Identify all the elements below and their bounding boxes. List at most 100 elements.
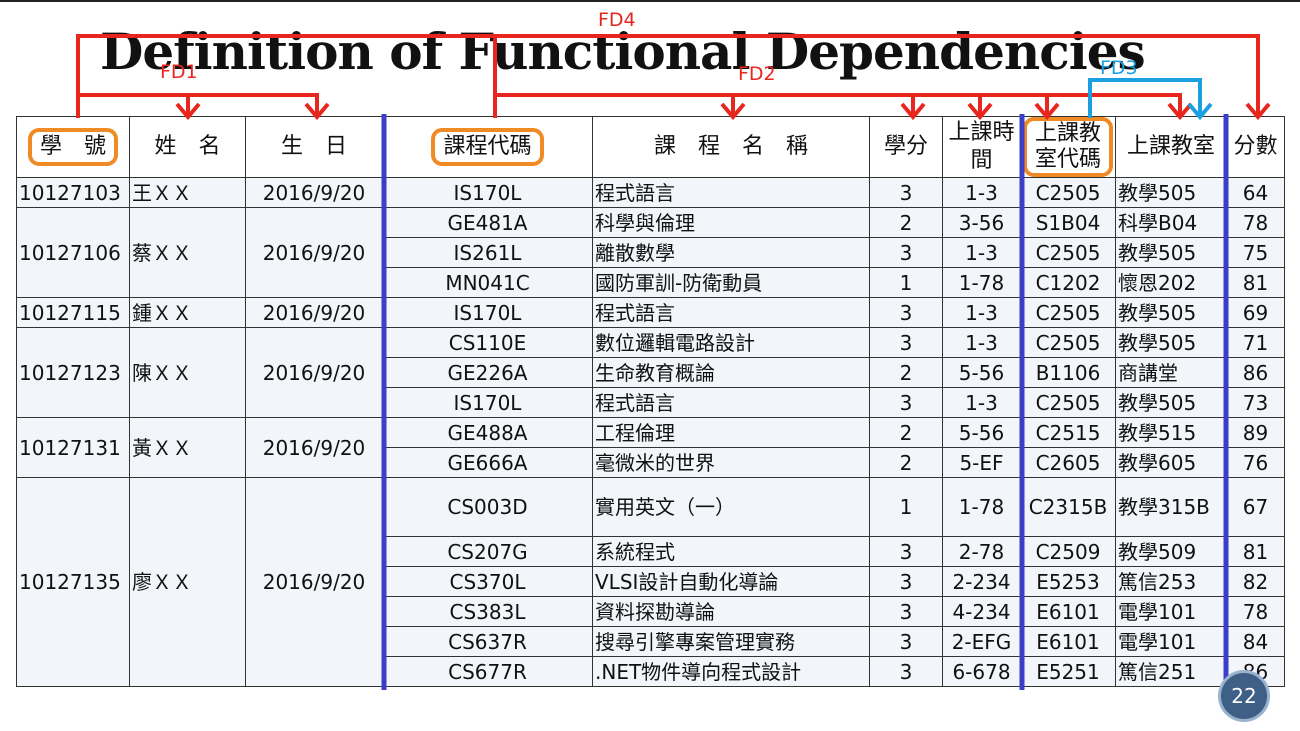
cell-score: 64 [1226, 177, 1285, 208]
enrollment-table: 學 號 姓 名 生 日 課程代碼 課 程 名 稱 學分 上課時間 上課教室代碼 … [16, 116, 1285, 687]
cell-room-code: C2505 [1020, 297, 1116, 328]
cell-student-name: 陳ＸＸ [129, 327, 246, 418]
cell-room: 電學101 [1115, 596, 1227, 627]
cell-score: 86 [1226, 357, 1285, 388]
cell-credits: 2 [869, 417, 943, 448]
cell-course-code: CS677R [382, 656, 593, 687]
table-row: 10127106 蔡ＸＸ 2016/9/20 GE481A 科學與倫理 2 3-56 S1B0… [16, 207, 1285, 298]
cell-course-name: 科學與倫理 [592, 207, 870, 238]
cell-room: 教學505 [1115, 237, 1227, 268]
table-row: 10127131 黃ＸＸ 2016/9/20 GE488A 工程倫理 2 5-56 C2515… [16, 417, 1285, 478]
cell-course-code: GE488A [382, 417, 593, 448]
cell-birthday: 2016/9/20 [245, 177, 383, 208]
fd3-arrow [1088, 78, 1213, 121]
cell-time: 1-3 [942, 387, 1021, 418]
cell-student-id: 10127103 [16, 177, 130, 208]
cell-room-code: C2505 [1020, 387, 1116, 418]
cell-course-code: MN041C [382, 267, 593, 298]
cell-time: 2-234 [942, 566, 1021, 597]
cell-course-name: .NET物件導向程式設計 [592, 656, 870, 687]
cell-course-name: 工程倫理 [592, 417, 870, 448]
cell-credits: 3 [869, 656, 943, 687]
cell-course-code: GE666A [382, 447, 593, 478]
cell-course-code: CS110E [382, 327, 593, 358]
cell-score: 81 [1226, 267, 1285, 298]
cell-time: 5-56 [942, 357, 1021, 388]
cell-course-code: CS370L [382, 566, 593, 597]
cell-room: 教學505 [1115, 327, 1227, 358]
cell-score: 69 [1226, 297, 1285, 328]
fd2-arrows [495, 93, 1193, 121]
cell-room-code: B1106 [1020, 357, 1116, 388]
cell-score: 78 [1226, 207, 1285, 238]
col-student-id: 學 號 [16, 116, 130, 178]
cell-course-name: 實用英文（一） [592, 477, 870, 537]
cell-student-name: 黃ＸＸ [129, 417, 246, 478]
cell-room-code: C2505 [1020, 237, 1116, 268]
cell-score: 73 [1226, 387, 1285, 418]
cell-room-code: C2515 [1020, 417, 1116, 448]
cell-student-id: 10127123 [16, 327, 130, 418]
cell-room: 篤信253 [1115, 566, 1227, 597]
cell-course-code: CS003D [382, 477, 593, 537]
cell-room: 教學515 [1115, 417, 1227, 448]
cell-student-id: 10127131 [16, 417, 130, 478]
cell-course-code: CS383L [382, 596, 593, 627]
cell-credits: 3 [869, 596, 943, 627]
cell-score: 82 [1226, 566, 1285, 597]
cell-course-name: 資料探勘導論 [592, 596, 870, 627]
cell-room-code: C2315B [1020, 477, 1116, 537]
cell-score: 76 [1226, 447, 1285, 478]
cell-credits: 3 [869, 566, 943, 597]
cell-credits: 3 [869, 626, 943, 657]
cell-time: 1-3 [942, 297, 1021, 328]
cell-course-code: IS170L [382, 387, 593, 418]
cell-birthday: 2016/9/20 [245, 477, 383, 687]
cell-score: 75 [1226, 237, 1285, 268]
table-body: 10127103 王ＸＸ 2016/9/20 IS170L 程式語言 3 1-3 C2505 教… [16, 177, 1285, 687]
course-code-key-highlight: 課程代碼 [431, 128, 544, 166]
cell-room: 商講堂 [1115, 357, 1227, 388]
cell-room: 教學505 [1115, 297, 1227, 328]
cell-time: 4-234 [942, 596, 1021, 627]
cell-credits: 1 [869, 477, 943, 537]
col-course-name: 課 程 名 稱 [592, 116, 870, 178]
fd4-label: FD4 [598, 9, 636, 31]
cell-room: 教學509 [1115, 536, 1227, 567]
col-time: 上課時間 [942, 116, 1021, 178]
cell-time: 1-3 [942, 177, 1021, 208]
cell-room: 電學101 [1115, 626, 1227, 657]
cell-course-name: 程式語言 [592, 177, 870, 208]
top-rule [0, 0, 1300, 2]
cell-credits: 1 [869, 267, 943, 298]
cell-course-name: 程式語言 [592, 387, 870, 418]
cell-course-code: GE226A [382, 357, 593, 388]
cell-course-name: 數位邏輯電路設計 [592, 327, 870, 358]
cell-time: 2-78 [942, 536, 1021, 567]
cell-room-code: E5253 [1020, 566, 1116, 597]
col-room: 上課教室 [1115, 116, 1227, 178]
cell-room: 教學315B [1115, 477, 1227, 537]
cell-room: 教學505 [1115, 387, 1227, 418]
cell-room: 篤信251 [1115, 656, 1227, 687]
table-row: 10127123 陳ＸＸ 2016/9/20 CS110E 數位邏輯電路設計 3 1-3 C2… [16, 327, 1285, 418]
cell-course-name: 生命教育概論 [592, 357, 870, 388]
cell-course-name: 搜尋引擎專案管理實務 [592, 626, 870, 657]
cell-time: 5-56 [942, 417, 1021, 448]
cell-credits: 3 [869, 177, 943, 208]
cell-room: 教學605 [1115, 447, 1227, 478]
col-birthday: 生 日 [245, 116, 383, 178]
cell-course-name: VLSI設計自動化導論 [592, 566, 870, 597]
cell-student-name: 王ＸＸ [129, 177, 246, 208]
cell-credits: 2 [869, 357, 943, 388]
header-row: 學 號 姓 名 生 日 課程代碼 課 程 名 稱 學分 上課時間 上課教室代碼 … [16, 116, 1285, 178]
cell-course-code: IS170L [382, 177, 593, 208]
cell-score: 71 [1226, 327, 1285, 358]
cell-course-code: CS207G [382, 536, 593, 567]
cell-time: 2-EFG [942, 626, 1021, 657]
cell-student-id: 10127135 [16, 477, 130, 687]
fd3-label: FD3 [1100, 57, 1138, 79]
cell-room: 科學B04 [1115, 207, 1227, 238]
cell-credits: 3 [869, 387, 943, 418]
cell-room-code: C2509 [1020, 536, 1116, 567]
